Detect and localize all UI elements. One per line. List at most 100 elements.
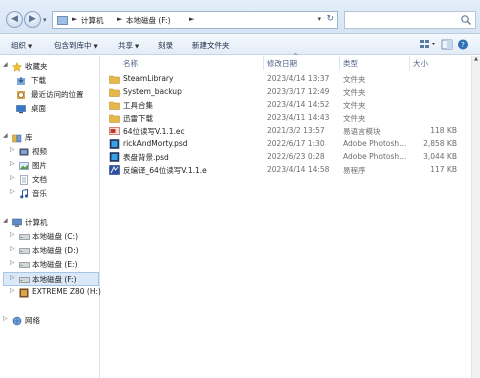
nav-drive-d[interactable]: ▷ 本地磁盘 (D:) [10, 245, 98, 257]
file-row[interactable]: 64位读写V.1.1.ec 2021/3/2 13:57 易语言模块 118 K… [101, 125, 471, 137]
psd-icon [109, 139, 120, 149]
new-folder-button[interactable]: 新建文件夹 [192, 40, 230, 51]
collapse-arrow-icon[interactable]: ▷ [10, 146, 15, 153]
collapse-arrow-icon[interactable]: ▷ [10, 188, 15, 195]
file-row[interactable]: SteamLibrary 2023/4/14 13:37 文件夹 [101, 73, 471, 85]
column-header-size[interactable]: 大小 [413, 58, 428, 69]
nav-pictures[interactable]: ▷ 图片 [10, 160, 96, 172]
file-row[interactable]: System_backup 2023/3/17 12:49 文件夹 [101, 86, 471, 98]
nav-libraries[interactable]: ◢ 库 [3, 132, 98, 144]
file-row[interactable]: 反编译_64位读写V.1.1.e 2023/4/14 14:58 易程序 117… [101, 164, 471, 176]
nav-videos[interactable]: ▷ 视频 [10, 146, 96, 158]
nav-drive-e-label: 本地磁盘 (E:) [32, 260, 78, 269]
search-input[interactable] [344, 11, 476, 29]
folder-icon [109, 100, 120, 110]
forward-arrow-icon: ▶ [29, 14, 36, 24]
preview-pane-icon[interactable] [441, 39, 453, 50]
collapse-arrow-icon[interactable]: ▷ [10, 259, 15, 266]
collapse-arrow-icon[interactable]: ▷ [10, 174, 15, 181]
breadcrumb-computer[interactable]: 计算机 [81, 15, 104, 26]
nav-computer[interactable]: ◢ 计算机 [3, 217, 98, 229]
column-divider[interactable] [409, 56, 410, 70]
file-name: System_backup [123, 87, 182, 96]
vertical-scrollbar[interactable]: ▲ [471, 56, 480, 378]
folder-icon [109, 87, 120, 97]
breadcrumb-separator[interactable]: ► [72, 15, 77, 23]
file-type: 文件夹 [343, 88, 366, 97]
nav-drive-f[interactable]: ▷ 本地磁盘 (F:) [3, 272, 99, 286]
file-type: 文件夹 [343, 101, 366, 110]
expand-arrow-icon[interactable]: ◢ [3, 217, 8, 224]
navigation-pane: ◢ 收藏夹 下载 最近访问的位置 桌面 ◢ 库 ▷ 视频 ▷ 图片 ▷ 文档 ▷… [0, 56, 101, 378]
help-icon[interactable]: ? [458, 39, 468, 50]
nav-desktop[interactable]: 桌面 [16, 103, 96, 115]
collapse-arrow-icon[interactable]: ▷ [10, 231, 15, 238]
forward-button[interactable]: ▶ [24, 11, 41, 28]
collapse-arrow-icon[interactable]: ▷ [10, 287, 15, 294]
column-header-name[interactable]: 名称 [123, 58, 138, 69]
collapse-arrow-icon[interactable]: ▷ [10, 245, 15, 252]
view-controls: ? [418, 38, 472, 51]
nav-favorites[interactable]: ◢ 收藏夹 [3, 61, 98, 73]
address-dropdown-icon[interactable]: ▾ [317, 15, 321, 23]
nav-documents[interactable]: ▷ 文档 [10, 174, 96, 186]
file-date: 2023/4/14 14:52 [267, 100, 330, 109]
computer-icon [12, 218, 22, 227]
file-row[interactable]: 工具合集 2023/4/14 14:52 文件夹 [101, 99, 471, 111]
desktop-icon [16, 104, 26, 114]
nav-network[interactable]: ▷ 网络 [3, 315, 98, 327]
column-header-date[interactable]: 修改日期 [267, 58, 297, 69]
nav-computer-label: 计算机 [25, 218, 48, 227]
column-divider[interactable] [263, 56, 264, 70]
nav-drive-c[interactable]: ▷ 本地磁盘 (C:) [10, 231, 98, 243]
nav-network-label: 网络 [25, 316, 40, 325]
organize-button[interactable]: 组织 ▼ [11, 40, 32, 51]
breadcrumb-separator[interactable]: ► [189, 15, 194, 23]
burn-button[interactable]: 刻录 [158, 40, 173, 51]
expand-arrow-icon[interactable]: ◢ [3, 61, 8, 68]
nav-drive-c-label: 本地磁盘 (C:) [32, 232, 78, 241]
breadcrumb-drive-f[interactable]: 本地磁盘 (F:) [126, 15, 171, 26]
nav-desktop-label: 桌面 [31, 104, 46, 113]
nav-drive-f-label: 本地磁盘 (F:) [32, 275, 77, 284]
include-in-library-button[interactable]: 包含到库中 ▼ [54, 40, 98, 51]
svg-text:?: ? [461, 41, 465, 49]
expand-arrow-icon[interactable]: ◢ [3, 132, 8, 139]
back-arrow-icon: ◀ [11, 14, 18, 24]
nav-drive-e[interactable]: ▷ 本地磁盘 (E:) [10, 259, 98, 271]
back-button[interactable]: ◀ [6, 11, 23, 28]
file-date: 2021/3/2 13:57 [267, 126, 325, 135]
network-icon [12, 316, 22, 326]
file-name: 反编译_64位读写V.1.1.e [123, 166, 207, 175]
collapse-arrow-icon[interactable]: ▷ [10, 274, 15, 281]
star-icon [11, 61, 23, 72]
share-button[interactable]: 共享 ▼ [118, 40, 139, 51]
file-row[interactable]: 表盘背景.psd 2022/6/23 0:28 Adobe Photosh...… [101, 151, 471, 163]
file-row[interactable]: 迅雷下载 2023/4/11 14:43 文件夹 [101, 112, 471, 124]
column-header-type[interactable]: 类型 [343, 58, 358, 69]
breadcrumb-separator[interactable]: ► [117, 15, 122, 23]
nav-recent-places[interactable]: 最近访问的位置 [16, 89, 100, 101]
nav-drive-h[interactable]: ▷ EXTREME Z80 (H:) [10, 287, 101, 299]
address-box[interactable]: ► 计算机 ► 本地磁盘 (F:) ► ▾ ↻ [52, 11, 338, 29]
recent-pages-dropdown[interactable]: ▾ [43, 16, 47, 24]
collapse-arrow-icon[interactable]: ▷ [3, 315, 8, 322]
videos-icon [19, 147, 29, 156]
nav-drive-h-label: EXTREME Z80 (H:) [32, 287, 101, 296]
share-label: 共享 [118, 41, 133, 50]
file-row[interactable]: rickAndMorty.psd 2022/6/17 1:30 Adobe Ph… [101, 138, 471, 150]
refresh-icon[interactable]: ↻ [326, 14, 334, 24]
collapse-arrow-icon[interactable]: ▷ [10, 160, 15, 167]
search-icon[interactable] [460, 14, 472, 26]
nav-downloads[interactable]: 下载 [16, 75, 96, 87]
change-view-icon[interactable] [420, 40, 435, 48]
scroll-up-arrow-icon[interactable]: ▲ [472, 56, 480, 65]
file-date: 2023/4/14 14:58 [267, 165, 330, 174]
address-bar-area: ◀ ▶ ▾ ► 计算机 ► 本地磁盘 (F:) ► ▾ ↻ [0, 0, 480, 34]
file-name: rickAndMorty.psd [123, 139, 188, 148]
nav-music[interactable]: ▷ 音乐 [10, 188, 96, 200]
removable-drive-icon [19, 288, 29, 298]
column-divider[interactable] [339, 56, 340, 70]
file-type: 文件夹 [343, 114, 366, 123]
file-type: 易程序 [343, 166, 366, 175]
